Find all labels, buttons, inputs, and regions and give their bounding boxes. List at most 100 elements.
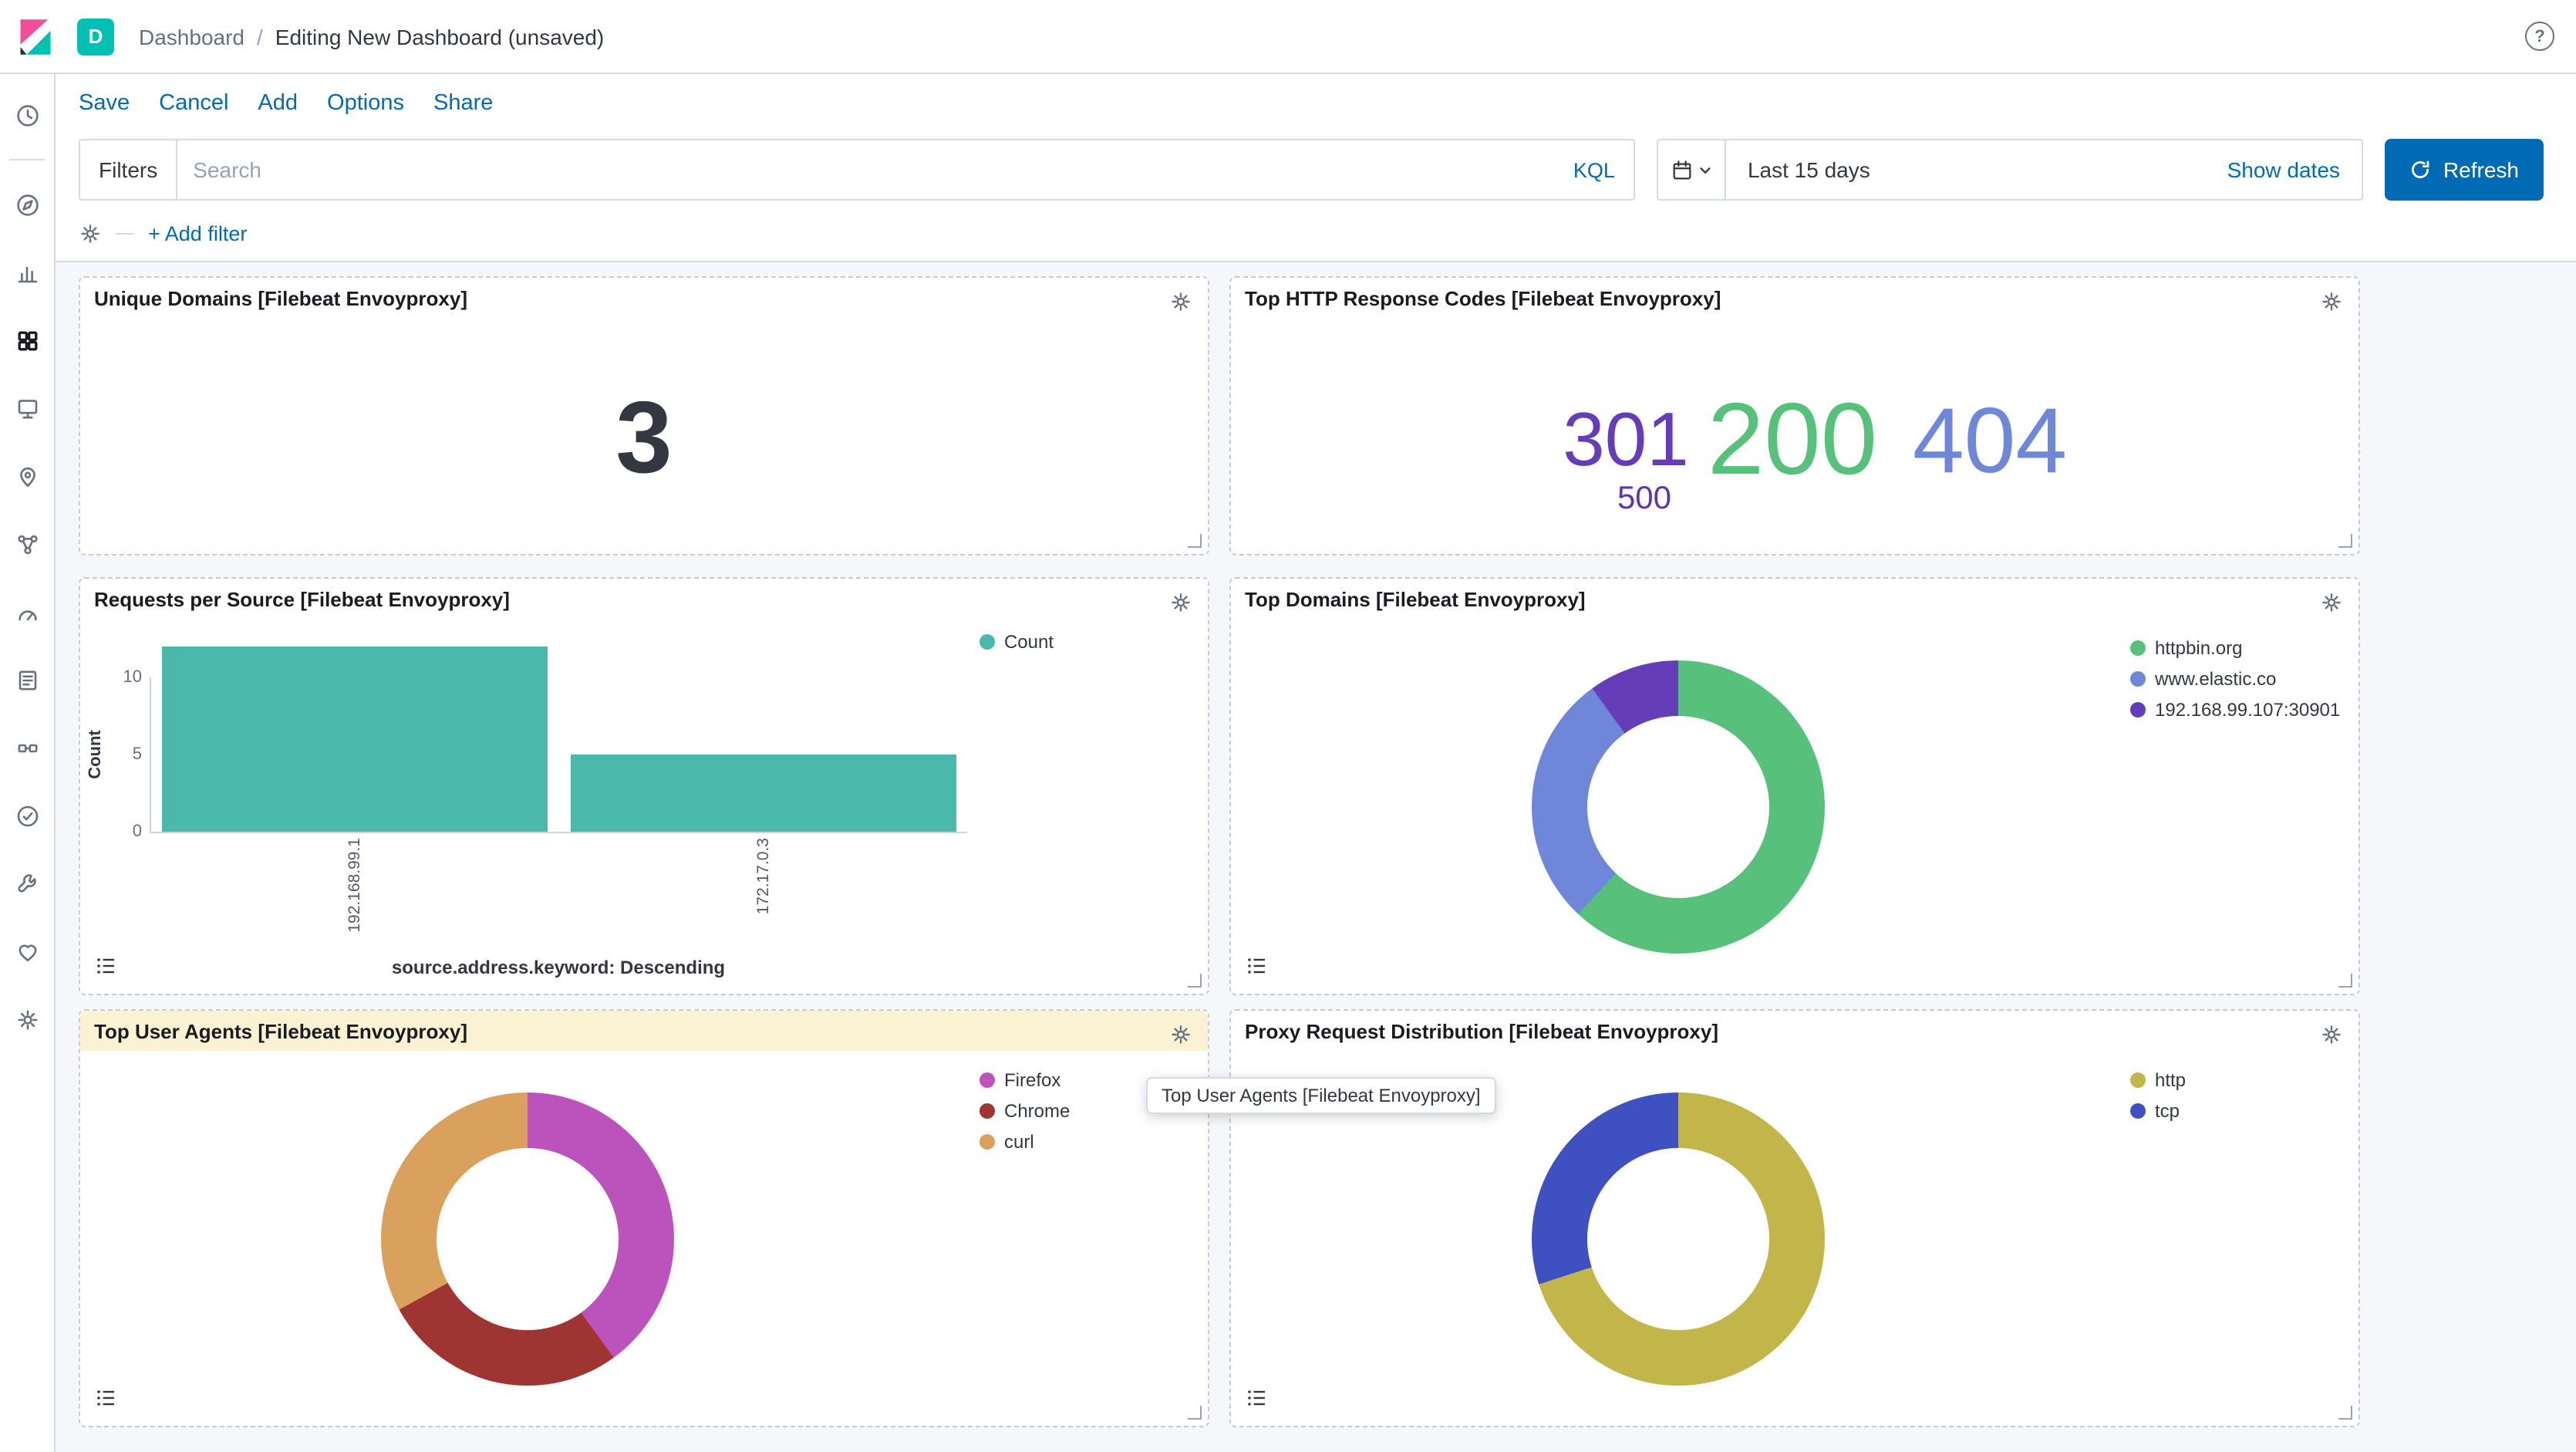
legend-item[interactable]: www.elastic.co xyxy=(2130,668,2340,690)
tag-cloud-term[interactable]: 200 xyxy=(1708,387,1877,489)
legend-item[interactable]: Firefox xyxy=(979,1069,1070,1091)
query-bar: Filters KQL Last 15 days Show dates Refr… xyxy=(56,133,2576,207)
panel-tooltip: Top User Agents [Filebeat Envoyproxy] xyxy=(1146,1077,1496,1114)
sidebar-item-apm[interactable] xyxy=(5,727,49,770)
tag-cloud-term[interactable]: 500 xyxy=(1617,482,1671,515)
legend-item[interactable]: Count xyxy=(979,631,1054,653)
bar-chart: Count0510192.168.99.1172.17.0.3Countsour… xyxy=(80,619,1208,994)
filter-options-gear-icon[interactable] xyxy=(79,222,102,245)
legend-toggle-icon[interactable] xyxy=(93,1384,120,1417)
legend-color-dot xyxy=(2130,671,2146,687)
legend-label: 192.168.99.107:30901 xyxy=(2155,699,2340,721)
metric-value: 3 xyxy=(80,318,1208,554)
legend-label: www.elastic.co xyxy=(2155,668,2276,690)
x-axis xyxy=(150,832,967,833)
legend-item[interactable]: Chrome xyxy=(979,1100,1070,1122)
legend-item[interactable]: curl xyxy=(979,1131,1070,1153)
panel-resize-handle[interactable] xyxy=(2338,974,2352,988)
options-button[interactable]: Options xyxy=(327,91,404,116)
panel-gear-icon[interactable] xyxy=(2317,287,2346,321)
sidebar-item-stack-monitoring[interactable] xyxy=(5,930,49,974)
sidebar-item-machine-learning[interactable] xyxy=(5,523,49,566)
sidebar-item-visualize[interactable] xyxy=(5,252,49,295)
help-button[interactable]: ? xyxy=(2525,22,2554,51)
sidebar-item-dashboard[interactable] xyxy=(5,319,49,363)
sidebar-item-maps[interactable] xyxy=(5,455,49,498)
panel-gear-icon[interactable] xyxy=(1166,588,1195,622)
panel-resize-handle[interactable] xyxy=(2338,534,2352,548)
sidebar-item-recently-viewed[interactable] xyxy=(5,94,49,137)
sidebar xyxy=(0,74,56,1452)
show-dates-button[interactable]: Show dates xyxy=(2206,140,2362,199)
bar[interactable] xyxy=(570,755,956,832)
legend-color-dot xyxy=(979,1134,995,1150)
panel-resize-handle[interactable] xyxy=(2338,1406,2352,1420)
time-range-value[interactable]: Last 15 days xyxy=(1726,140,2206,199)
panel-proxy-request-distribution: Proxy Request Distribution [Filebeat Env… xyxy=(1229,1009,2360,1427)
add-filter-link[interactable]: + Add filter xyxy=(148,222,247,245)
kibana-logo-icon[interactable] xyxy=(0,16,71,56)
panel-header: Top User Agents [Filebeat Envoyproxy] xyxy=(80,1011,1208,1051)
sidebar-item-canvas[interactable] xyxy=(5,387,49,431)
sidebar-item-uptime[interactable] xyxy=(5,795,49,838)
donut-chart[interactable] xyxy=(1532,660,1825,954)
panel-resize-handle[interactable] xyxy=(1188,974,1202,988)
kql-language-button[interactable]: KQL xyxy=(1555,140,1634,199)
panel-title: Requests per Source [Filebeat Envoyproxy… xyxy=(94,589,510,612)
panel-gear-icon[interactable] xyxy=(2317,588,2346,622)
breadcrumb-dashboard[interactable]: Dashboard xyxy=(139,24,244,49)
share-button[interactable]: Share xyxy=(433,91,493,116)
refresh-label: Refresh xyxy=(2443,157,2519,182)
sidebar-item-logs[interactable] xyxy=(5,659,49,702)
sidebar-item-metrics[interactable] xyxy=(5,591,49,634)
legend-toggle-icon[interactable] xyxy=(93,952,120,984)
legend-toggle-icon[interactable] xyxy=(1243,952,1271,984)
legend-item[interactable]: tcp xyxy=(2130,1100,2186,1122)
tag-cloud-term[interactable]: 301 xyxy=(1563,404,1689,479)
cancel-button[interactable]: Cancel xyxy=(159,91,228,116)
calendar-button[interactable] xyxy=(1658,140,1726,199)
legend-label: curl xyxy=(1004,1131,1034,1153)
panel-resize-handle[interactable] xyxy=(1188,1406,1202,1420)
tag-cloud-term[interactable]: 404 xyxy=(1913,395,2067,488)
sidebar-divider xyxy=(9,159,45,160)
y-tick-label: 0 xyxy=(99,822,142,841)
filters-button[interactable]: Filters xyxy=(80,140,177,199)
legend-color-dot xyxy=(2130,702,2146,718)
refresh-button[interactable]: Refresh xyxy=(2385,139,2544,201)
sidebar-item-dev-tools[interactable] xyxy=(5,863,49,906)
panel-top-user-agents: Top User Agents [Filebeat Envoyproxy] Fi… xyxy=(79,1009,1209,1427)
help-icon: ? xyxy=(2525,22,2554,51)
legend-label: tcp xyxy=(2155,1100,2180,1122)
panel-resize-handle[interactable] xyxy=(1188,534,1202,548)
legend-item[interactable]: httpbin.org xyxy=(2130,637,2340,659)
panel-header: Unique Domains [Filebeat Envoyproxy] xyxy=(80,278,1208,318)
breadcrumb-separator: / xyxy=(257,24,263,49)
legend-item[interactable]: 192.168.99.107:30901 xyxy=(2130,699,2340,721)
filter-divider xyxy=(116,233,134,235)
sidebar-item-discover[interactable] xyxy=(5,184,49,227)
x-tick-label: 192.168.99.1 xyxy=(343,838,365,933)
space-avatar[interactable]: D xyxy=(77,18,114,55)
panel-requests-per-source: Requests per Source [Filebeat Envoyproxy… xyxy=(79,577,1209,995)
search-input[interactable] xyxy=(177,140,1555,199)
panel-gear-icon[interactable] xyxy=(1166,287,1195,321)
bar[interactable] xyxy=(161,647,547,832)
legend-color-dot xyxy=(979,634,995,650)
legend-item[interactable]: http xyxy=(2130,1069,2186,1091)
tag-cloud: 301 200 404 500 xyxy=(1231,318,2359,554)
breadcrumb: Dashboard / Editing New Dashboard (unsav… xyxy=(139,24,604,49)
sidebar-item-management[interactable] xyxy=(5,998,49,1042)
legend-toggle-icon[interactable] xyxy=(1243,1384,1271,1417)
filter-bar: + Add filter xyxy=(56,207,2576,262)
add-button[interactable]: Add xyxy=(258,91,298,116)
panel-gear-icon[interactable] xyxy=(2317,1020,2346,1054)
save-button[interactable]: Save xyxy=(79,91,130,116)
panel-gear-icon[interactable] xyxy=(1166,1020,1195,1054)
calendar-icon xyxy=(1671,158,1694,181)
donut-chart[interactable] xyxy=(1532,1092,1825,1386)
y-axis xyxy=(150,677,151,832)
donut-chart[interactable] xyxy=(381,1092,674,1386)
panel-title: Top Domains [Filebeat Envoyproxy] xyxy=(1245,589,1586,612)
legend-label: httpbin.org xyxy=(2155,637,2242,659)
